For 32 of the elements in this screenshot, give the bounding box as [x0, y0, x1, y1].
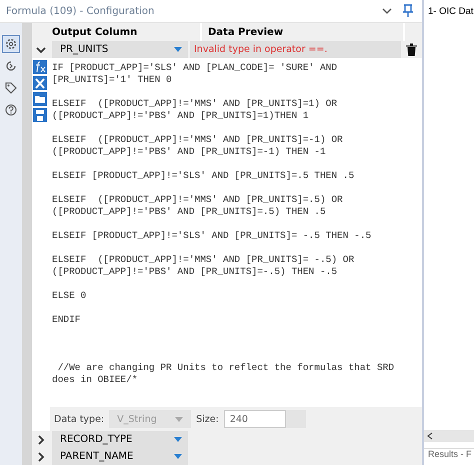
chevron-right-icon[interactable] [36, 434, 46, 444]
save-icon[interactable] [33, 108, 47, 122]
function-icon[interactable] [33, 60, 47, 74]
results-tab[interactable]: Results - F [424, 448, 474, 465]
size-label: Size: [196, 414, 219, 424]
dropdown-caret-icon [174, 47, 182, 52]
chevron-right-icon[interactable] [36, 452, 46, 462]
scroll-left-icon[interactable] [427, 432, 433, 440]
circular-arrow-icon [5, 60, 17, 72]
chevron-down-icon[interactable] [382, 7, 392, 15]
help-icon [5, 104, 17, 116]
folder-icon[interactable] [33, 92, 47, 106]
tag-icon [5, 82, 17, 94]
error-message: Invalid type in operator ==. [190, 41, 401, 58]
side-tab[interactable] [2, 35, 20, 53]
dropdown-caret-icon [174, 437, 182, 442]
panel-title: 1- OIC Dat [427, 5, 474, 17]
size-field[interactable]: 240 [224, 410, 286, 428]
data-type-label: Data type: [54, 414, 104, 424]
expression-editor[interactable]: IF [PRODUCT_APP]='SLS' AND [PLAN_CODE]= 'SURE' AND [PR_UNITS]='1' THEN 0 ELSEIF ([PRODUCT_APP]!='MMS' AND [PR_UNITS]=1) OR ([PRODUCT_APP]!='PBS' AND [PR_UNITS]=1)THEN 1 ELSEIF ([PRODUCT_APP]!='MMS' AND [PR_UNITS]=-1) OR ([PRODUCT_APP]!='PBS' AND [PR_UNITS]=-1) THEN -1 ELSEIF [PRODUCT_APP]!='SLS' AND [PR_UNITS]=.5 THEN .5 ELSEIF ([PRODUCT_APP]!='MMS' AND [PR_UNITS]=.5) OR ([PRODUCT_APP]!='PBS' AND [PR_UNITS]=.5) THEN .5 ELSEIF [PRODUCT_APP]!='SLS' AND [PR_UNITS]= -.5 THEN -.5 ELSEIF ([PRODUCT_APP]!='MMS' AND [PR_UNITS]= -.5) OR ([PRODUCT_APP]!='PBS' AND [PR_UNITS]=-.5) THEN -.5 ELSE 0 ENDIF //We are changing PR Units to reflect the formulas that SRD does in OBIEE/* [50, 58, 422, 407]
window-title: Formula (109) - Configuration [6, 6, 156, 16]
trash-icon[interactable] [406, 43, 417, 56]
column-dropdown[interactable]: PR_UNITS [52, 41, 188, 58]
chevron-down-icon[interactable] [36, 44, 46, 54]
dropdown-caret-icon [174, 454, 182, 459]
column-dropdown[interactable]: PARENT_NAME [52, 448, 188, 465]
pin-icon[interactable] [402, 4, 414, 18]
settings-icon [5, 38, 17, 50]
variable-icon[interactable] [33, 76, 47, 90]
dropdown-caret-icon [175, 416, 184, 422]
horizontal-scrollbar[interactable] [424, 430, 474, 442]
column-dropdown[interactable]: RECORD_TYPE [52, 431, 188, 448]
